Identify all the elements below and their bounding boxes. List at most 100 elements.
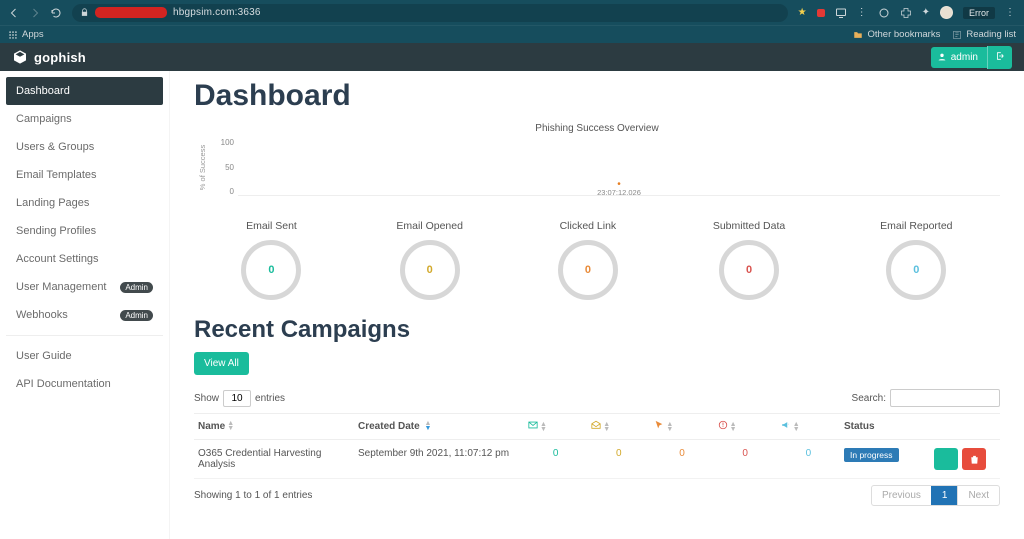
url-redacted-segment (95, 7, 167, 18)
lock-icon (80, 8, 89, 17)
sidebar-item-label: Email Templates (16, 169, 97, 181)
profile-avatar-icon[interactable] (940, 6, 953, 19)
forward-icon[interactable] (29, 7, 41, 19)
bullhorn-icon (781, 422, 791, 433)
chart-area[interactable]: % of Success 100 50 0 23:07:12.026 (194, 138, 1000, 214)
sidebar-item-label: Landing Pages (16, 197, 89, 209)
success-chart: Phishing Success Overview % of Success 1… (194, 123, 1000, 214)
sidebar-item-label: Sending Profiles (16, 225, 96, 237)
row-stats-button[interactable] (934, 448, 958, 470)
col-sent-header[interactable]: ▲▼ (524, 414, 587, 440)
reload-icon[interactable] (50, 7, 62, 19)
kebab-icon[interactable]: ⋮ (857, 7, 868, 18)
dots-ext-icon[interactable]: ✦ (922, 7, 930, 18)
sidebar-item-api-docs[interactable]: API Documentation (6, 370, 163, 398)
cell-created: September 9th 2021, 11:07:12 pm (354, 440, 524, 479)
cell-reported: 0 (777, 440, 840, 479)
admin-badge: Admin (120, 310, 153, 321)
col-status-header[interactable]: Status (840, 414, 930, 440)
star-icon[interactable]: ★ (798, 7, 807, 18)
other-bookmarks-button[interactable]: Other bookmarks (853, 29, 940, 40)
search-input[interactable] (890, 389, 1000, 407)
stats-row: Email Sent 0 Email Opened 0 Clicked Link… (194, 220, 1000, 300)
stat-value: 0 (427, 264, 433, 276)
sidebar-item-label: Webhooks (16, 309, 68, 321)
stat-ring[interactable]: 0 (886, 240, 946, 300)
recorder-icon[interactable] (817, 9, 825, 17)
pager-current[interactable]: 1 (931, 486, 958, 505)
y-axis-label: % of Success (194, 138, 212, 196)
pager-previous[interactable]: Previous (872, 486, 931, 505)
stat-email-sent: Email Sent 0 (241, 220, 301, 300)
back-icon[interactable] (8, 7, 20, 19)
show-label-pre: Show (194, 393, 219, 404)
col-reported-header[interactable]: ▲▼ (777, 414, 840, 440)
address-bar[interactable]: hbgpsim.com:3636 (72, 4, 788, 22)
sidebar-item-email-templates[interactable]: Email Templates (6, 161, 163, 189)
stat-label: Email Opened (396, 220, 463, 232)
admin-badge: Admin (120, 282, 153, 293)
circle-ext-icon[interactable] (878, 7, 890, 19)
data-point-label: 23:07:12.026 (597, 188, 641, 197)
reading-list-icon (952, 30, 962, 40)
user-icon (937, 52, 947, 62)
table-pager: Previous 1 Next (871, 485, 1000, 506)
bar-chart-icon (941, 454, 952, 465)
sidebar-item-dashboard[interactable]: Dashboard (6, 77, 163, 105)
cell-sent: 0 (524, 440, 587, 479)
monitor-ext-icon[interactable] (835, 7, 847, 19)
sidebar-item-account-settings[interactable]: Account Settings (6, 245, 163, 273)
sidebar-item-users-groups[interactable]: Users & Groups (6, 133, 163, 161)
col-submitted-header[interactable]: ▲▼ (714, 414, 777, 440)
browser-error-button[interactable]: Error (963, 7, 995, 19)
cell-clicked: 0 (650, 440, 713, 479)
col-clicked-header[interactable]: ▲▼ (650, 414, 713, 440)
logout-icon (995, 51, 1005, 61)
stat-ring[interactable]: 0 (719, 240, 779, 300)
pager-next[interactable]: Next (957, 486, 999, 505)
stat-label: Submitted Data (713, 220, 785, 232)
stat-value: 0 (913, 264, 919, 276)
envelope-open-icon (591, 422, 601, 433)
stat-value: 0 (268, 264, 274, 276)
sidebar-item-user-management[interactable]: User ManagementAdmin (6, 273, 163, 301)
logout-button[interactable] (987, 46, 1012, 69)
reading-list-label: Reading list (966, 29, 1016, 40)
browser-extensions: ★ ⋮ ✦ Error ⋮ (798, 6, 1016, 19)
stat-ring[interactable]: 0 (400, 240, 460, 300)
show-label-post: entries (255, 393, 285, 404)
envelope-icon (528, 422, 538, 433)
reading-list-button[interactable]: Reading list (952, 29, 1016, 40)
sidebar-item-landing-pages[interactable]: Landing Pages (6, 189, 163, 217)
row-delete-button[interactable] (962, 448, 986, 470)
sidebar-item-sending-profiles[interactable]: Sending Profiles (6, 217, 163, 245)
puzzle-ext-icon[interactable] (900, 7, 912, 19)
view-all-button[interactable]: View All (194, 352, 249, 375)
stat-label: Email Sent (246, 220, 297, 232)
cell-opened: 0 (587, 440, 650, 479)
col-created-header[interactable]: Created Date ▲▼ (354, 414, 524, 440)
sidebar-item-webhooks[interactable]: Webhooks Admin (6, 301, 163, 329)
sidebar-nav: Dashboard Campaigns Users & Groups Email… (0, 71, 170, 539)
entries-input[interactable] (223, 390, 251, 407)
app-brand[interactable]: gophish (12, 49, 86, 65)
page-title: Dashboard (194, 79, 1000, 113)
stat-ring[interactable]: 0 (558, 240, 618, 300)
sidebar-item-campaigns[interactable]: Campaigns (6, 105, 163, 133)
admin-menu-button[interactable]: admin (931, 47, 987, 68)
browser-menu-icon[interactable]: ⋮ (1005, 7, 1016, 18)
col-name-header[interactable]: Name▲▼ (194, 414, 354, 440)
status-badge: In progress (844, 448, 899, 462)
sidebar-item-user-guide[interactable]: User Guide (6, 342, 163, 370)
col-actions-header (930, 414, 1000, 440)
bookmarks-bar: Apps Other bookmarks Reading list (0, 25, 1024, 43)
stat-ring[interactable]: 0 (241, 240, 301, 300)
apps-shortcut[interactable]: Apps (8, 29, 44, 40)
cell-status: In progress (840, 440, 930, 479)
main-content: Dashboard Phishing Success Overview % of… (170, 71, 1024, 539)
apps-grid-icon (8, 30, 18, 40)
col-opened-header[interactable]: ▲▼ (587, 414, 650, 440)
chart-data-point[interactable]: 23:07:12.026 (597, 183, 641, 197)
cursor-icon (654, 422, 664, 433)
stat-label: Clicked Link (560, 220, 617, 232)
